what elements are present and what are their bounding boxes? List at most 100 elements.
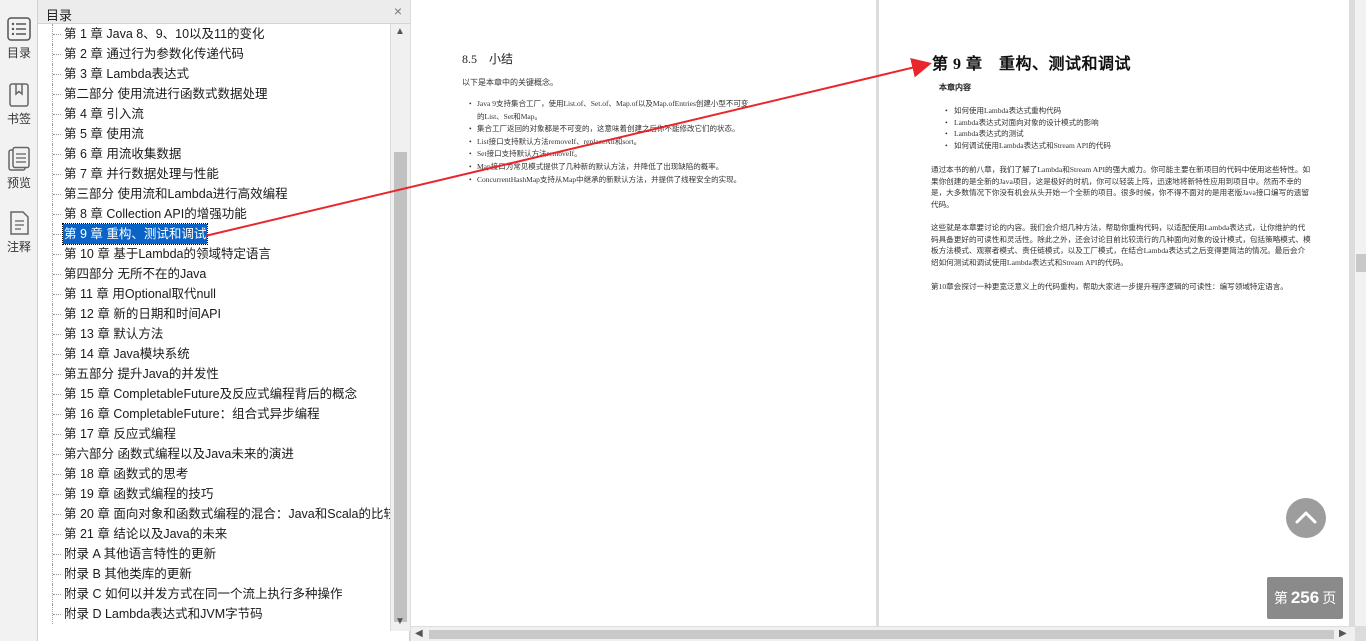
section-intro: 以下是本章中的关键概念。 bbox=[462, 78, 558, 87]
summary-item: Set接口支持默认方法removeIf。 bbox=[469, 148, 839, 161]
toc-item-label: 附录 C 如何以并发方式在同一个流上执行多种操作 bbox=[64, 587, 343, 601]
document-hscroll-thumb[interactable] bbox=[429, 630, 1334, 639]
rail-bookmark-label: 书签 bbox=[6, 112, 31, 126]
toc-item-label: 第 3 章 Lambda表达式 bbox=[64, 67, 190, 81]
toc-item-label: 第三部分 使用流和Lambda进行高效编程 bbox=[64, 187, 288, 201]
document-hscrollbar[interactable]: ◀ ▶ bbox=[411, 626, 1355, 641]
document-view[interactable]: 8.5 小结 以下是本章中的关键概念。 Java 9支持集合工厂，使用List.… bbox=[411, 0, 1355, 626]
scroll-down-icon[interactable]: ▼ bbox=[395, 616, 405, 627]
annotation-icon bbox=[10, 211, 29, 235]
preview-icon bbox=[8, 146, 30, 171]
scroll-right-icon[interactable]: ▶ bbox=[1339, 628, 1347, 639]
toc-item-label: 第 11 章 用Optional取代null bbox=[64, 287, 216, 301]
rail-preview-button[interactable]: 预览 bbox=[0, 146, 38, 191]
page-indicator[interactable]: 第 256 页 bbox=[1267, 577, 1343, 619]
rail-preview-label: 预览 bbox=[6, 176, 31, 190]
paragraph: 通过本书的前八章，我们了解了Lambda和Stream API的强大威力。你可能… bbox=[931, 165, 1311, 209]
toc-item[interactable]: 第 15 章 CompletableFuture及反应式编程背后的概念 bbox=[38, 384, 390, 404]
toc-item[interactable]: 第 16 章 CompletableFuture：组合式异步编程 bbox=[38, 404, 390, 424]
toc-item[interactable]: 第 1 章 Java 8、9、10以及11的变化 bbox=[38, 24, 390, 44]
tree-connector bbox=[52, 324, 62, 344]
toc-item[interactable]: 第三部分 使用流和Lambda进行高效编程 bbox=[38, 184, 390, 204]
section-heading: 8.5 小结 bbox=[462, 52, 514, 66]
tree-connector bbox=[52, 584, 62, 604]
tree-connector bbox=[52, 304, 62, 324]
toc-item-label: 第五部分 提升Java的并发性 bbox=[64, 367, 219, 381]
close-icon[interactable]: × bbox=[394, 3, 402, 19]
toc-item-label: 第六部分 函数式编程以及Java未来的演进 bbox=[64, 447, 294, 461]
tree-connector bbox=[52, 604, 62, 624]
toc-item[interactable]: 第 19 章 函数式编程的技巧 bbox=[38, 484, 390, 504]
chapter-contents-item: Lambda表达式的测试 bbox=[945, 128, 1111, 140]
tree-connector bbox=[52, 384, 62, 404]
back-to-top-button[interactable] bbox=[1286, 498, 1326, 538]
toc-item[interactable]: 第 2 章 通过行为参数化传递代码 bbox=[38, 44, 390, 64]
toc-item[interactable]: 附录 B 其他类库的更新 bbox=[38, 564, 390, 584]
toc-item-label: 第 16 章 CompletableFuture：组合式异步编程 bbox=[64, 407, 320, 421]
toc-item[interactable]: 第五部分 提升Java的并发性 bbox=[38, 364, 390, 384]
toc-item[interactable]: 第 3 章 Lambda表达式 bbox=[38, 64, 390, 84]
toc-item-label: 附录 B 其他类库的更新 bbox=[64, 567, 192, 581]
toc-scrollbar[interactable]: ▲ ▼ bbox=[390, 24, 410, 631]
toc-item[interactable]: 第 5 章 使用流 bbox=[38, 124, 390, 144]
page-left: 8.5 小结 以下是本章中的关键概念。 Java 9支持集合工厂，使用List.… bbox=[411, 0, 876, 626]
toc-list: 第 1 章 Java 8、9、10以及11的变化第 2 章 通过行为参数化传递代… bbox=[38, 24, 390, 624]
toc-item[interactable]: 附录 D Lambda表达式和JVM字节码 bbox=[38, 604, 390, 624]
toc-item[interactable]: 附录 A 其他语言特性的更新 bbox=[38, 544, 390, 564]
toc-item[interactable]: 第 14 章 Java模块系统 bbox=[38, 344, 390, 364]
summary-list: Java 9支持集合工厂，使用List.of、Set.of、Map.of以及Ma… bbox=[469, 98, 839, 186]
chapter-contents-item: 如何调试使用Lambda表达式和Stream API的代码 bbox=[945, 140, 1111, 152]
toc-scroll-thumb[interactable] bbox=[394, 152, 407, 622]
toc-item[interactable]: 第 11 章 用Optional取代null bbox=[38, 284, 390, 304]
toc-item[interactable]: 第 8 章 Collection API的增强功能 bbox=[38, 204, 390, 224]
document-scrollbar[interactable] bbox=[1355, 0, 1366, 626]
toc-item-label: 第 1 章 Java 8、9、10以及11的变化 bbox=[64, 27, 265, 41]
toc-item[interactable]: 附录 C 如何以并发方式在同一个流上执行多种操作 bbox=[38, 584, 390, 604]
tree-connector bbox=[52, 464, 62, 484]
toc-item-label: 第 10 章 基于Lambda的领域特定语言 bbox=[64, 247, 271, 261]
rail-toc-button[interactable]: 目录 bbox=[0, 16, 38, 61]
toc-item[interactable]: 第 18 章 函数式的思考 bbox=[38, 464, 390, 484]
toc-item-label: 第四部分 无所不在的Java bbox=[64, 267, 207, 281]
toc-item[interactable]: 第 20 章 面向对象和函数式编程的混合：Java和Scala的比较 bbox=[38, 504, 390, 524]
summary-item: List接口支持默认方法removeIf、replaceAll和sort。 bbox=[469, 136, 839, 149]
toc-item[interactable]: 第四部分 无所不在的Java bbox=[38, 264, 390, 284]
toc-icon bbox=[7, 17, 31, 41]
tree-connector bbox=[52, 244, 62, 264]
side-rail: 目录 书签 预览 注释 bbox=[0, 0, 38, 641]
toc-item[interactable]: 第 9 章 重构、测试和调试 bbox=[38, 223, 390, 245]
document-scroll-thumb[interactable] bbox=[1356, 254, 1366, 272]
rail-annotation-button[interactable]: 注释 bbox=[0, 210, 38, 255]
toc-item[interactable]: 第 17 章 反应式编程 bbox=[38, 424, 390, 444]
summary-item: Map接口为常见模式提供了几种新的默认方法，并降低了出现缺陷的概率。 bbox=[469, 161, 839, 174]
scroll-left-icon[interactable]: ◀ bbox=[415, 628, 423, 639]
rail-toc-label: 目录 bbox=[6, 46, 31, 60]
tree-connector bbox=[52, 104, 62, 124]
tree-connector bbox=[52, 404, 62, 424]
toc-item[interactable]: 第 12 章 新的日期和时间API bbox=[38, 304, 390, 324]
toc-item-label: 第 21 章 结论以及Java的未来 bbox=[64, 527, 228, 541]
tree-connector bbox=[52, 424, 62, 444]
tree-connector bbox=[52, 164, 62, 184]
toc-item-label: 第 17 章 反应式编程 bbox=[64, 427, 176, 441]
toc-item[interactable]: 第 6 章 用流收集数据 bbox=[38, 144, 390, 164]
rail-bookmark-button[interactable]: 书签 bbox=[0, 82, 38, 127]
toc-item-label: 第 9 章 重构、测试和调试 bbox=[61, 223, 209, 245]
tree-connector bbox=[52, 64, 62, 84]
tree-connector bbox=[52, 284, 62, 304]
toc-item[interactable]: 第 4 章 引入流 bbox=[38, 104, 390, 124]
chevron-up-icon bbox=[1295, 511, 1317, 524]
toc-item-label: 第二部分 使用流进行函数式数据处理 bbox=[64, 87, 268, 101]
toc-item[interactable]: 第二部分 使用流进行函数式数据处理 bbox=[38, 84, 390, 104]
toc-item[interactable]: 第 7 章 并行数据处理与性能 bbox=[38, 164, 390, 184]
toc-item-label: 第 7 章 并行数据处理与性能 bbox=[64, 167, 219, 181]
toc-item-label: 第 12 章 新的日期和时间API bbox=[64, 307, 221, 321]
scroll-up-icon[interactable]: ▲ bbox=[395, 26, 405, 37]
toc-item[interactable]: 第 21 章 结论以及Java的未来 bbox=[38, 524, 390, 544]
tree-connector bbox=[52, 24, 62, 44]
toc-item[interactable]: 第 10 章 基于Lambda的领域特定语言 bbox=[38, 244, 390, 264]
toc-item-label: 第 8 章 Collection API的增强功能 bbox=[64, 207, 247, 221]
toc-item[interactable]: 第六部分 函数式编程以及Java未来的演进 bbox=[38, 444, 390, 464]
toc-item-label: 第 6 章 用流收集数据 bbox=[64, 147, 182, 161]
toc-item[interactable]: 第 13 章 默认方法 bbox=[38, 324, 390, 344]
